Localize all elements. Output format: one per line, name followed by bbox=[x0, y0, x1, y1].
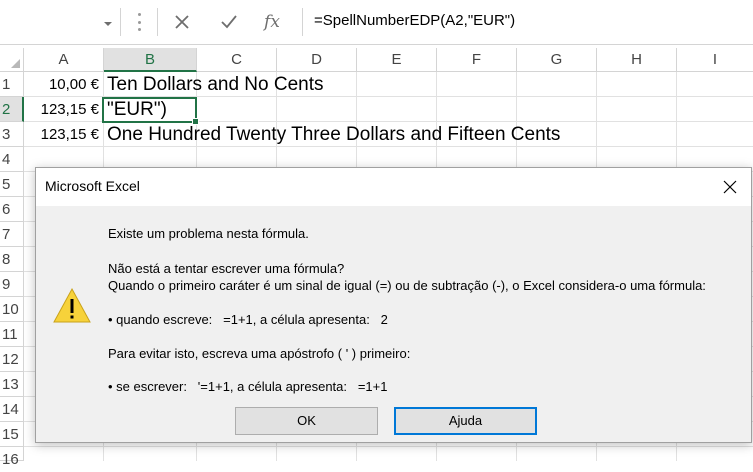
close-icon[interactable] bbox=[715, 173, 745, 201]
insert-function-icon[interactable]: fx bbox=[258, 10, 286, 34]
column-header-h[interactable]: H bbox=[597, 48, 677, 72]
divider bbox=[157, 8, 158, 36]
dialog-message-line: Não está a tentar escrever uma fórmula? bbox=[108, 261, 345, 276]
row-header-12[interactable]: 12 bbox=[0, 347, 24, 372]
active-cell-border bbox=[102, 97, 199, 125]
warning-icon bbox=[52, 286, 92, 326]
select-all-button[interactable] bbox=[0, 48, 24, 72]
column-header-i[interactable]: I bbox=[677, 48, 753, 72]
row-header-1[interactable]: 1 bbox=[0, 72, 24, 97]
row-header-3[interactable]: 3 bbox=[0, 122, 24, 147]
dialog-message-line: Para evitar isto, escreva uma apóstrofo … bbox=[108, 346, 411, 361]
row-header-10[interactable]: 10 bbox=[0, 297, 24, 322]
dialog-message-line: Existe um problema nesta fórmula. bbox=[108, 226, 309, 241]
row-header-2[interactable]: 2 bbox=[0, 97, 24, 122]
column-header-e[interactable]: E bbox=[357, 48, 437, 72]
row-header-16[interactable]: 16 bbox=[0, 447, 24, 468]
column-header-g[interactable]: G bbox=[517, 48, 597, 72]
divider bbox=[302, 8, 303, 36]
name-box[interactable] bbox=[0, 8, 121, 36]
chevron-down-icon[interactable] bbox=[104, 22, 112, 26]
cell-a3[interactable]: 123,15 € bbox=[24, 122, 99, 147]
row-header-13[interactable]: 13 bbox=[0, 372, 24, 397]
column-header-c[interactable]: C bbox=[197, 48, 277, 72]
dialog-message-line: • se escrever: '=1+1, a célula apresenta… bbox=[108, 379, 388, 394]
help-button[interactable]: Ajuda bbox=[394, 407, 537, 435]
ok-button[interactable]: OK bbox=[235, 407, 378, 435]
row-header-5[interactable]: 5 bbox=[0, 172, 24, 197]
checkmark-icon[interactable] bbox=[215, 10, 243, 34]
row-header-4[interactable]: 4 bbox=[0, 147, 24, 172]
row-header-15[interactable]: 15 bbox=[0, 422, 24, 447]
cell-b1[interactable]: Ten Dollars and No Cents bbox=[107, 72, 324, 97]
row-header-7[interactable]: 7 bbox=[0, 222, 24, 247]
row-header-14[interactable]: 14 bbox=[0, 397, 24, 422]
row-header-8[interactable]: 8 bbox=[0, 247, 24, 272]
gridline bbox=[24, 446, 753, 447]
formula-input[interactable]: =SpellNumberEDP(A2,"EUR") bbox=[314, 12, 515, 29]
row-header-6[interactable]: 6 bbox=[0, 197, 24, 222]
dialog-message-line: • quando escreve: =1+1, a célula apresen… bbox=[108, 312, 388, 327]
row-header-9[interactable]: 9 bbox=[0, 272, 24, 297]
cell-a2[interactable]: 123,15 € bbox=[24, 97, 99, 122]
cell-b3[interactable]: One Hundred Twenty Three Dollars and Fif… bbox=[107, 122, 560, 147]
dialog-titlebar[interactable]: Microsoft Excel bbox=[36, 168, 751, 206]
column-header-d[interactable]: D bbox=[277, 48, 357, 72]
column-header-f[interactable]: F bbox=[437, 48, 517, 72]
formula-bar: fx =SpellNumberEDP(A2,"EUR") bbox=[0, 0, 753, 45]
cancel-x-icon[interactable] bbox=[168, 10, 196, 34]
row-header-11[interactable]: 11 bbox=[0, 322, 24, 347]
error-dialog: Microsoft Excel Existe um problema nesta… bbox=[35, 167, 752, 443]
resize-handle-icon[interactable] bbox=[138, 13, 142, 31]
dialog-title: Microsoft Excel bbox=[45, 178, 140, 194]
dialog-message-line: Quando o primeiro caráter é um sinal de … bbox=[108, 278, 706, 293]
cell-a1[interactable]: 10,00 € bbox=[24, 72, 99, 97]
column-header-a[interactable]: A bbox=[24, 48, 104, 72]
column-header-b[interactable]: B bbox=[104, 48, 197, 72]
